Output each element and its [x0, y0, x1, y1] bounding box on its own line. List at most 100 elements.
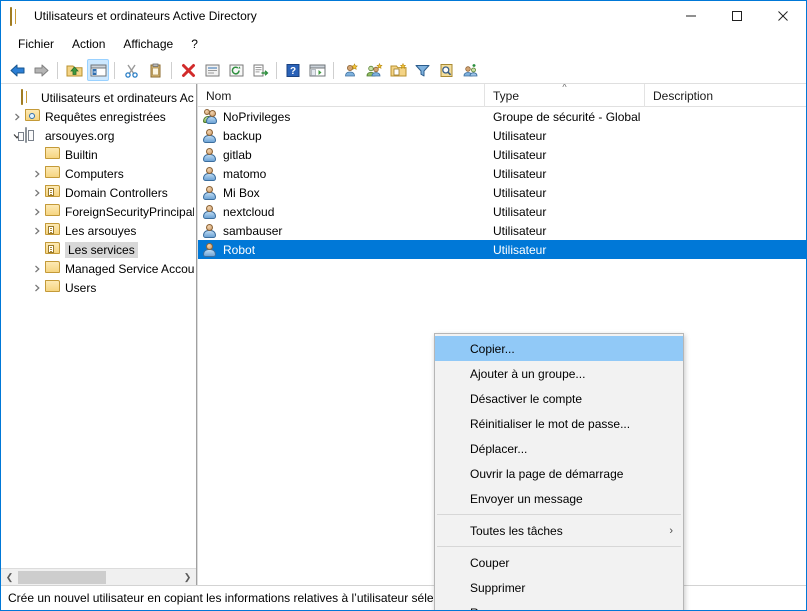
window-controls: [668, 1, 806, 31]
scrollbar-track[interactable]: [18, 569, 179, 586]
tree-expander-none: [5, 88, 21, 107]
ctx-item-label: Couper: [470, 555, 510, 570]
list-cell-type: Utilisateur: [493, 166, 547, 181]
ctx-couper[interactable]: Couper: [435, 550, 683, 575]
user-icon: [202, 147, 218, 163]
list-cell-nom: Mi Box: [198, 185, 485, 201]
list-row[interactable]: matomo Utilisateur: [198, 164, 806, 183]
tree-node-users[interactable]: Users: [1, 278, 196, 297]
tree-node-les-arsouyes[interactable]: Les arsouyes: [1, 221, 196, 240]
ctx-desactiver-compte[interactable]: Désactiver le compte: [435, 386, 683, 411]
paste-icon[interactable]: [144, 59, 166, 81]
chevron-right-icon[interactable]: [29, 278, 45, 297]
context-menu[interactable]: Copier... Ajouter à un groupe... Désacti…: [434, 333, 684, 611]
help-icon[interactable]: ?: [282, 59, 304, 81]
column-header-nom[interactable]: Nom: [198, 84, 485, 107]
tree-node-builtin[interactable]: Builtin: [1, 145, 196, 164]
maximize-button[interactable]: [714, 1, 760, 31]
column-header-description[interactable]: Description: [645, 84, 806, 107]
menu-aide[interactable]: ?: [182, 34, 207, 54]
scrollbar-thumb[interactable]: [18, 570, 106, 584]
show-console-window-icon[interactable]: [306, 59, 328, 81]
ou-folder-icon: [45, 241, 61, 258]
list-pane: Nom ^ Type Description NoPrivileges Grou…: [197, 84, 806, 610]
menu-bar: Fichier Action Affichage ?: [1, 31, 806, 57]
tree-horizontal-scrollbar[interactable]: ❮ ❯: [1, 568, 196, 585]
new-user-icon[interactable]: [339, 59, 361, 81]
tree-node-domain-controllers[interactable]: Domain Controllers: [1, 183, 196, 202]
ctx-item-label: Copier...: [470, 341, 515, 356]
ctx-deplacer[interactable]: Déplacer...: [435, 436, 683, 461]
ctx-ouvrir-page-demarrage[interactable]: Ouvrir la page de démarrage: [435, 461, 683, 486]
tree-node-foreign-security-principals[interactable]: ForeignSecurityPrincipals: [1, 202, 196, 221]
new-group-icon[interactable]: [363, 59, 385, 81]
cut-icon[interactable]: [120, 59, 142, 81]
console-root-icon: [21, 88, 37, 106]
show-hide-tree-icon[interactable]: [87, 59, 109, 81]
delete-icon[interactable]: [177, 59, 199, 81]
ctx-reinitialiser-mdp[interactable]: Réinitialiser le mot de passe...: [435, 411, 683, 436]
list-cell-nom: NoPrivileges: [198, 108, 485, 125]
ctx-supprimer[interactable]: Supprimer: [435, 575, 683, 600]
tree-node-computers[interactable]: Computers: [1, 164, 196, 183]
list-row[interactable]: nextcloud Utilisateur: [198, 202, 806, 221]
tree-node-label: Managed Service Accounts: [65, 261, 194, 276]
list-row[interactable]: sambauser Utilisateur: [198, 221, 806, 240]
scroll-left-icon[interactable]: ❮: [1, 569, 18, 586]
tree-node-label: Users: [65, 280, 97, 295]
column-header-type[interactable]: ^ Type: [485, 84, 645, 107]
console-tree[interactable]: Utilisateurs et ordinateurs Active Direc…: [1, 84, 196, 568]
ctx-ajouter-groupe[interactable]: Ajouter à un groupe...: [435, 361, 683, 386]
ctx-envoyer-message[interactable]: Envoyer un message: [435, 486, 683, 511]
list-cell-nom: Robot: [198, 242, 485, 258]
tree-node-les-services[interactable]: Les services: [1, 240, 196, 259]
ctx-toutes-les-taches[interactable]: Toutes les tâches ›: [435, 518, 683, 543]
menu-action[interactable]: Action: [63, 34, 114, 54]
tree-node-saved-queries[interactable]: Requêtes enregistrées: [1, 107, 196, 126]
chevron-right-icon[interactable]: [29, 164, 45, 183]
menu-affichage[interactable]: Affichage: [114, 34, 182, 54]
add-to-group-icon[interactable]: [459, 59, 481, 81]
export-list-icon[interactable]: [249, 59, 271, 81]
tree-node-managed-service-accounts[interactable]: Managed Service Accounts: [1, 259, 196, 278]
list-cell-nom: gitlab: [198, 147, 485, 163]
chevron-right-icon[interactable]: [29, 221, 45, 240]
chevron-right-icon[interactable]: [9, 107, 25, 126]
column-header-label: Nom: [206, 88, 232, 103]
tree-node-label: arsouyes.org: [45, 128, 115, 143]
list-row[interactable]: Mi Box Utilisateur: [198, 183, 806, 202]
properties-icon[interactable]: [201, 59, 223, 81]
saved-queries-folder-icon: [25, 108, 41, 125]
list-cell-type: Utilisateur: [493, 185, 547, 200]
chevron-right-icon[interactable]: [29, 259, 45, 278]
tree-node-domain[interactable]: arsouyes.org: [1, 126, 196, 145]
list-row[interactable]: gitlab Utilisateur: [198, 145, 806, 164]
back-icon[interactable]: [6, 59, 28, 81]
chevron-right-icon[interactable]: [29, 183, 45, 202]
minimize-button[interactable]: [668, 1, 714, 31]
tree-node-label: Requêtes enregistrées: [45, 109, 166, 124]
toolbar-separator: [333, 61, 334, 79]
find-icon[interactable]: [435, 59, 457, 81]
chevron-right-icon[interactable]: [29, 202, 45, 221]
new-ou-icon[interactable]: [387, 59, 409, 81]
user-icon: [202, 128, 218, 144]
list-row-selected[interactable]: Robot Utilisateur: [198, 240, 806, 259]
filter-icon[interactable]: [411, 59, 433, 81]
ctx-renommer[interactable]: Renommer: [435, 600, 683, 611]
list-cell-nom: backup: [198, 128, 485, 144]
list-row[interactable]: NoPrivileges Groupe de sécurité - Global: [198, 107, 806, 126]
toolbar-separator: [171, 61, 172, 79]
menu-fichier[interactable]: Fichier: [9, 34, 63, 54]
ctx-copier[interactable]: Copier...: [435, 336, 683, 361]
chevron-right-icon: ›: [669, 524, 673, 537]
scroll-right-icon[interactable]: ❯: [179, 569, 196, 586]
up-one-level-icon[interactable]: [63, 59, 85, 81]
list-row[interactable]: backup Utilisateur: [198, 126, 806, 145]
tree-node-root[interactable]: Utilisateurs et ordinateurs Active Direc…: [1, 88, 196, 107]
svg-text:?: ?: [289, 66, 295, 77]
refresh-icon[interactable]: [225, 59, 247, 81]
close-button[interactable]: [760, 1, 806, 31]
forward-icon[interactable]: [30, 59, 52, 81]
list-cell-text: NoPrivileges: [223, 109, 291, 124]
